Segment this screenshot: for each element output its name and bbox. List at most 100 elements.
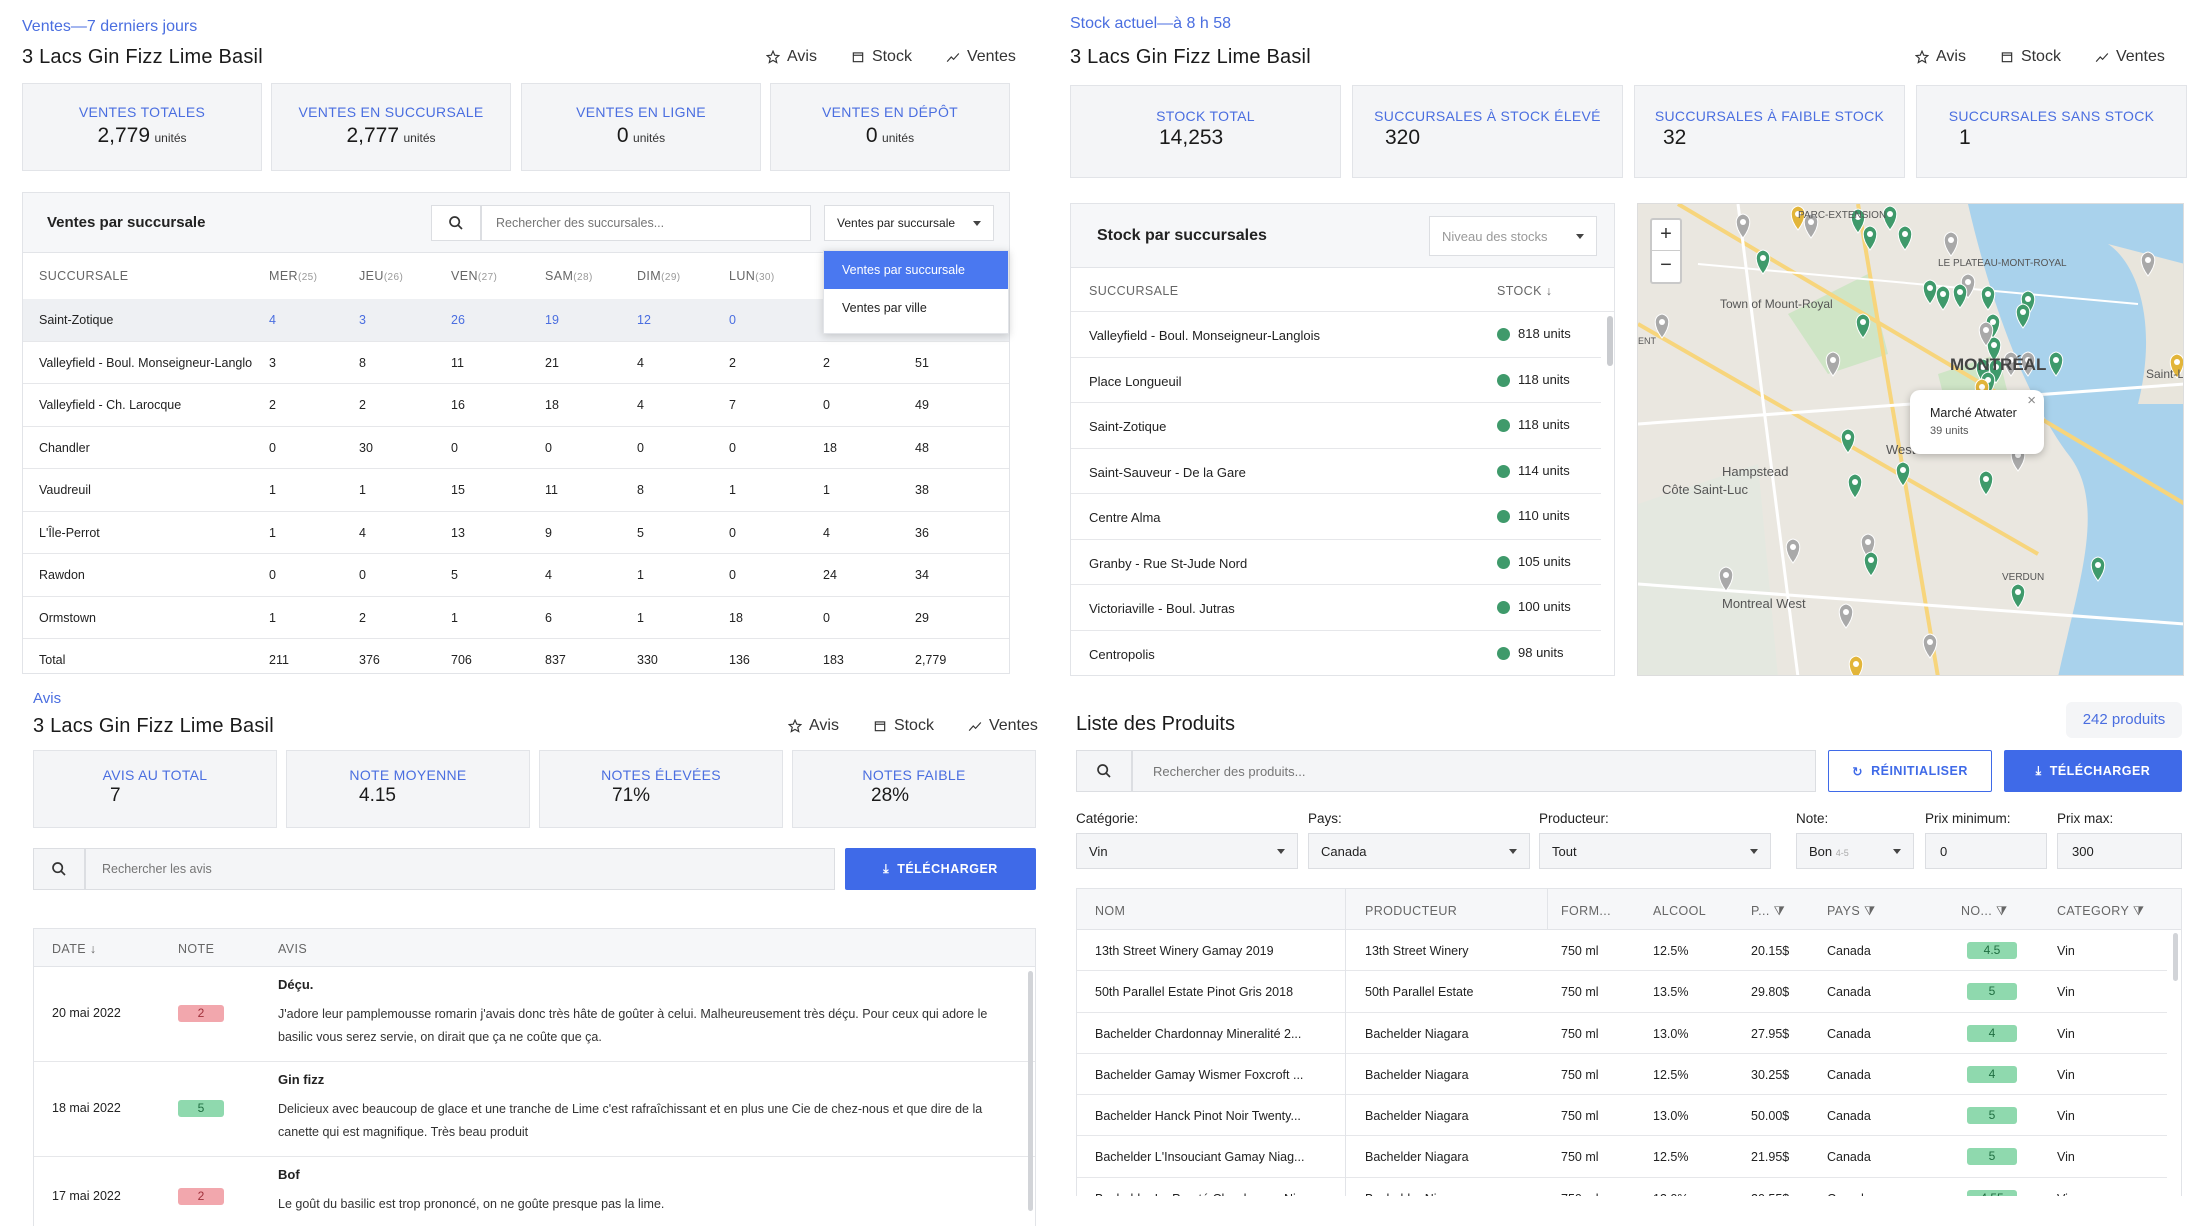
sales-value: 2,779 <box>915 653 947 667</box>
table-row[interactable]: Granby - Rue St-Jude Nord 105 units <box>1071 540 1601 585</box>
table-row[interactable]: Valleyfield - Boul. Monseigneur-Langlois… <box>1071 312 1601 358</box>
sales-value: 34 <box>915 568 929 582</box>
table-row[interactable]: Total 211 376 706 837 330 136 183 2,779 <box>23 639 1009 673</box>
table-row[interactable]: Ormstown 1 2 1 6 1 18 0 29 <box>23 597 1009 639</box>
branch-name: Centropolis <box>1089 646 1155 662</box>
dropdown-option-succursale[interactable]: Ventes par succursale <box>824 251 1008 289</box>
col-divider <box>1345 930 1346 1196</box>
table-row[interactable]: Bachelder La Pureté Chardonnay Ni... Bach… <box>1077 1178 2167 1196</box>
popup-title: Marché Atwater <box>1930 406 2017 420</box>
nav-stock-link[interactable]: Stock <box>851 48 912 66</box>
stock-map[interactable]: PARC-EXTENSION LE PLATEAU-MONT-ROYAL Tow… <box>1637 203 2184 676</box>
products-search-button[interactable] <box>1076 750 1132 792</box>
nav-stock-link[interactable]: Stock <box>2000 48 2061 66</box>
filter-note-select[interactable]: Bon 4-5 <box>1796 833 1914 869</box>
col-note[interactable]: NO... ⧩ <box>1961 904 2008 919</box>
map-pin-dot <box>1927 285 1933 291</box>
reviews-download-button[interactable]: ⤓ TÉLÉCHARGER <box>845 848 1036 890</box>
table-row[interactable]: Bachelder Gamay Wismer Foxcroft ... Bache… <box>1077 1054 2167 1096</box>
scrollbar-thumb[interactable] <box>1028 971 1033 1211</box>
prix-max-input[interactable]: 300 <box>2057 833 2182 869</box>
sales-value: 1 <box>823 483 830 497</box>
branch-search-input[interactable] <box>481 205 811 241</box>
table-row[interactable]: Centre Alma 110 units <box>1071 494 1601 540</box>
stat-label: NOTES FAIBLE <box>862 767 966 783</box>
products-search-input[interactable] <box>1132 750 1816 792</box>
table-row[interactable]: Chandler 0 30 0 0 0 0 18 48 <box>23 427 1009 469</box>
filter-icon: ⧩ <box>1863 904 1876 918</box>
col-date-label: DATE <box>52 942 87 956</box>
rating-badge: 4.55 <box>1967 1189 2017 1196</box>
search-button[interactable] <box>431 205 481 241</box>
col-date[interactable]: DATE ↓ <box>52 942 97 956</box>
map-zoom-controls: + − <box>1650 218 1682 284</box>
scrollbar-thumb[interactable] <box>1607 316 1613 366</box>
sales-value: 0 <box>545 440 552 455</box>
popup-close-icon[interactable]: × <box>2027 392 2036 409</box>
status-dot-icon <box>1497 464 1510 478</box>
table-row[interactable]: 13th Street Winery Gamay 2019 13th Street… <box>1077 930 2167 972</box>
nav-avis-link[interactable]: Avis <box>1915 48 1966 66</box>
table-row[interactable]: Bachelder Hanck Pinot Noir Twenty... Bach… <box>1077 1095 2167 1137</box>
filter-categorie-select[interactable]: Vin <box>1076 833 1298 869</box>
sales-value: 1 <box>451 610 458 625</box>
sales-value: 9 <box>545 525 552 540</box>
map-pin-dot <box>2053 357 2059 363</box>
products-download-button[interactable]: ⤓ TÉLÉCHARGER <box>2004 750 2182 792</box>
table-row[interactable]: Valleyfield - Ch. Larocque 2 2 16 18 4 7 0 49 <box>23 384 1009 427</box>
col-pays[interactable]: PAYS ⧩ <box>1827 904 1876 919</box>
map-label-montreal-west: Montreal West <box>1722 596 1806 611</box>
reviews-search-input[interactable] <box>85 848 835 890</box>
col-dim: DIM(29) <box>637 269 681 283</box>
map-pin-dot <box>1902 231 1908 237</box>
prix-min-input[interactable]: 0 <box>1925 833 2047 869</box>
reset-button[interactable]: ↻ RÉINITIALISER <box>1828 750 1992 792</box>
rating-badge: 4.5 <box>1967 942 2017 959</box>
col-avis: AVIS <box>278 942 308 956</box>
nav-ventes-label: Ventes <box>2115 48 2165 65</box>
rating-badge: 5 <box>178 1100 224 1117</box>
arrow-down-icon: ↓ <box>1545 284 1553 298</box>
sales-value: 12 <box>637 313 651 327</box>
table-row[interactable]: Bachelder Chardonnay Mineralité 2... Bach… <box>1077 1013 2167 1054</box>
stat-label: VENTES TOTALES <box>78 104 206 120</box>
map-pin-dot <box>1868 557 1874 563</box>
sales-value: 6 <box>545 610 552 625</box>
col-category[interactable]: CATEGORY ⧩ <box>2057 904 2144 919</box>
table-row[interactable]: Valleyfield - Boul. Monseigneur-Langlo 3 8… <box>23 342 1009 384</box>
filter-producteur-select[interactable]: Tout <box>1539 833 1771 869</box>
table-row[interactable]: Bachelder L'Insouciant Gamay Niag... Bach… <box>1077 1136 2167 1178</box>
table-row[interactable]: 50th Parallel Estate Pinot Gris 2018 50th… <box>1077 971 2167 1013</box>
search-icon <box>449 216 463 230</box>
nav-avis-link[interactable]: Avis <box>766 48 817 66</box>
nav-ventes-link[interactable]: Ventes <box>946 48 1016 66</box>
stock-level-select[interactable]: Niveau des stocks <box>1429 216 1597 256</box>
zoom-in-button[interactable]: + <box>1652 220 1680 251</box>
zoom-out-button[interactable]: − <box>1652 251 1680 282</box>
stat-label: AVIS AU TOTAL <box>102 767 208 783</box>
scrollbar-thumb[interactable] <box>2173 933 2178 981</box>
table-row[interactable]: Victoriaville - Boul. Jutras 100 units <box>1071 585 1601 631</box>
filter-pays-select[interactable]: Canada <box>1308 833 1530 869</box>
nav-avis-link[interactable]: Avis <box>788 717 839 735</box>
table-row[interactable]: L'Île-Perrot 1 4 13 9 5 0 4 36 <box>23 512 1009 554</box>
nav-ventes-label: Ventes <box>966 48 1016 65</box>
table-row[interactable]: Vaudreuil 1 1 15 11 8 1 1 38 <box>23 469 1009 512</box>
view-select[interactable]: Ventes par succursale <box>824 205 994 241</box>
table-row[interactable]: Centropolis 98 units <box>1071 631 1601 676</box>
table-row[interactable]: Saint-Zotique 118 units <box>1071 403 1601 449</box>
nav-stock-link[interactable]: Stock <box>873 717 934 735</box>
table-row[interactable]: Rawdon 0 0 5 4 1 0 24 34 <box>23 554 1009 597</box>
nav-ventes-link[interactable]: Ventes <box>2095 48 2165 66</box>
nav-ventes-link[interactable]: Ventes <box>968 717 1038 735</box>
dropdown-option-ville[interactable]: Ventes par ville <box>824 289 1008 327</box>
nav-avis-label: Avis <box>787 48 817 65</box>
stock-nav: Avis Stock Ventes <box>1915 48 2165 66</box>
col-stock[interactable]: STOCK ↓ <box>1497 284 1552 298</box>
col-prix[interactable]: P... ⧩ <box>1751 904 1785 919</box>
col-alcool: ALCOOL <box>1653 904 1707 918</box>
table-row[interactable]: Saint-Sauveur - De la Gare 114 units <box>1071 449 1601 494</box>
table-row[interactable]: Place Longueuil 118 units <box>1071 358 1601 403</box>
stat-label: STOCK TOTAL <box>1156 108 1255 124</box>
reviews-search-button[interactable] <box>33 848 85 890</box>
